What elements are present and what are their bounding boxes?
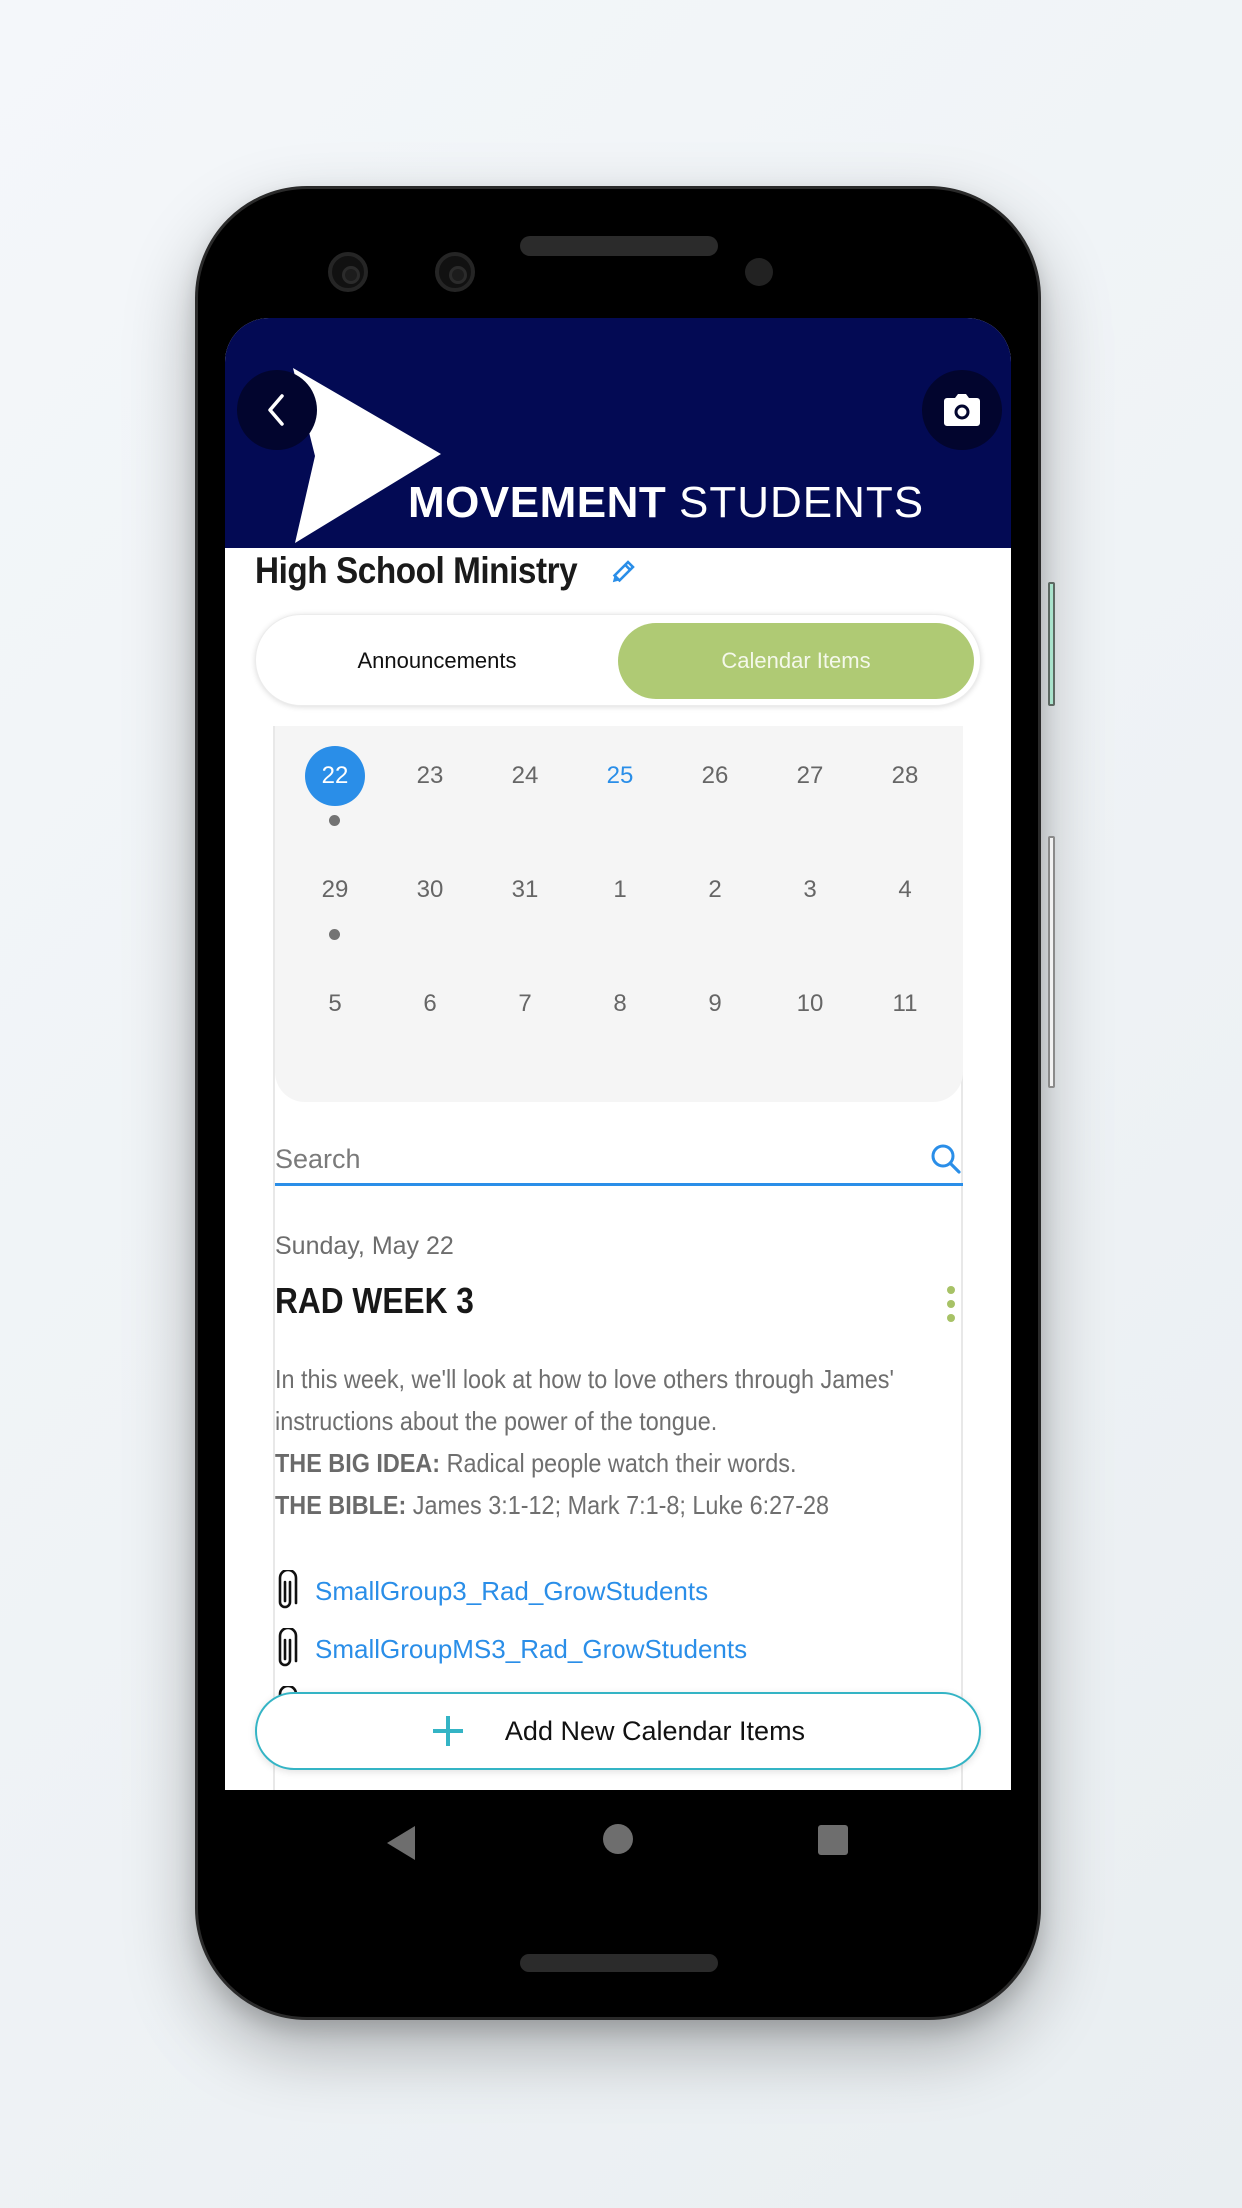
camera-button[interactable] — [922, 370, 1002, 450]
calendar-day[interactable]: 2 — [685, 860, 745, 920]
calendar-day[interactable]: 1 — [590, 860, 650, 920]
calendar-day[interactable]: 7 — [495, 974, 555, 1034]
tab-calendar-items[interactable]: Calendar Items — [618, 623, 974, 699]
bible-label: THE BIBLE: — [275, 1490, 407, 1520]
calendar-day[interactable]: 28 — [875, 746, 935, 806]
add-calendar-item-button[interactable]: Add New Calendar Items — [255, 1692, 981, 1770]
calendar-grid: 22 23 24 25 26 27 28 29 30 31 1 2 3 4 5 6 7 8 9 10 11 — [275, 726, 963, 1102]
event-description: In this week, we'll look at how to love … — [275, 1358, 975, 1526]
calendar-day[interactable]: 31 — [495, 860, 555, 920]
volume-button — [1048, 836, 1055, 1088]
more-options-icon[interactable] — [947, 1286, 957, 1322]
camera-icon — [944, 394, 980, 426]
calendar-day[interactable]: 26 — [685, 746, 745, 806]
attachment-item[interactable]: SmallGroup3_Rad_GrowStudents — [275, 1562, 975, 1620]
back-triangle-icon[interactable] — [387, 1826, 415, 1860]
power-button — [1048, 582, 1055, 706]
segment-tabs: Announcements Calendar Items — [255, 614, 981, 706]
description-line: instructions about the power of the tong… — [275, 1406, 718, 1436]
calendar-day[interactable]: 23 — [400, 746, 460, 806]
page-title: High School Ministry — [255, 550, 578, 591]
calendar-week-row: 29 30 31 1 2 3 4 — [275, 860, 963, 940]
attachment-link[interactable]: SmallGroup3_Rad_GrowStudents — [315, 1576, 708, 1607]
calendar-day[interactable]: 24 — [495, 746, 555, 806]
front-sensor-icon — [328, 252, 368, 292]
plus-icon — [432, 1716, 463, 1746]
calendar-day[interactable]: 9 — [685, 974, 745, 1034]
earpiece-speaker — [520, 236, 718, 256]
calendar-day[interactable]: 10 — [780, 974, 840, 1034]
event-indicator-dot — [329, 929, 340, 940]
front-camera-icon — [745, 258, 773, 286]
brand-light: STUDENTS — [678, 478, 925, 527]
description-line: In this week, we'll look at how to love … — [275, 1364, 894, 1394]
search-bar — [275, 1136, 963, 1186]
event-title[interactable]: RAD WEEK 3 — [275, 1280, 474, 1322]
calendar-day-today[interactable]: 25 — [590, 746, 650, 806]
calendar-week-row: 5 6 7 8 9 10 11 — [275, 974, 963, 1034]
pencil-icon[interactable] — [607, 558, 637, 588]
bottom-speaker — [520, 1954, 718, 1972]
tab-announcements[interactable]: Announcements — [262, 623, 612, 699]
big-idea-text: Radical people watch their words. — [440, 1448, 797, 1478]
calendar-day[interactable]: 5 — [305, 974, 365, 1034]
page-title-row: High School Ministry — [255, 550, 637, 592]
front-sensor-icon — [435, 252, 475, 292]
big-idea-label: THE BIG IDEA: — [275, 1448, 441, 1478]
calendar-day[interactable]: 29 — [305, 860, 365, 920]
paperclip-icon — [278, 1628, 298, 1667]
system-nav-bar — [225, 1790, 1011, 1890]
big-idea-line: THE BIG IDEA: Radical people watch their… — [275, 1442, 905, 1484]
calendar-week-row: 22 23 24 25 26 27 28 — [275, 746, 963, 826]
calendar-day[interactable]: 30 — [400, 860, 460, 920]
calendar-day[interactable]: 8 — [590, 974, 650, 1034]
attachment-link[interactable]: SmallGroupMS3_Rad_GrowStudents — [315, 1634, 747, 1665]
calendar-day[interactable]: 3 — [780, 860, 840, 920]
brand-logo-text: MOVEMENT STUDENTS — [408, 478, 924, 528]
chevron-left-icon — [268, 394, 284, 426]
calendar-day-selected[interactable]: 22 — [305, 746, 365, 806]
event-date: Sunday, May 22 — [275, 1232, 454, 1260]
bible-text: James 3:1-12; Mark 7:1-8; Luke 6:27-28 — [406, 1490, 830, 1520]
calendar-day[interactable]: 4 — [875, 860, 935, 920]
home-circle-icon[interactable] — [603, 1824, 633, 1854]
recents-square-icon[interactable] — [818, 1825, 848, 1855]
search-icon[interactable] — [929, 1142, 963, 1176]
app-header: MOVEMENT STUDENTS — [225, 318, 1011, 548]
event-indicator-dot — [329, 815, 340, 826]
attachment-item[interactable]: SmallGroupMS3_Rad_GrowStudents — [275, 1620, 975, 1678]
bible-line: THE BIBLE: James 3:1-12; Mark 7:1-8; Luk… — [275, 1484, 905, 1526]
paperclip-icon — [278, 1570, 298, 1609]
search-input[interactable] — [275, 1136, 895, 1182]
brand-bold: MOVEMENT — [408, 478, 667, 527]
calendar-day[interactable]: 6 — [400, 974, 460, 1034]
app-screen: MOVEMENT STUDENTS High School Ministry A… — [225, 318, 1011, 1790]
add-button-label: Add New Calendar Items — [504, 1715, 806, 1746]
calendar-day[interactable]: 11 — [875, 974, 935, 1034]
back-button[interactable] — [237, 370, 317, 450]
calendar-day[interactable]: 27 — [780, 746, 840, 806]
